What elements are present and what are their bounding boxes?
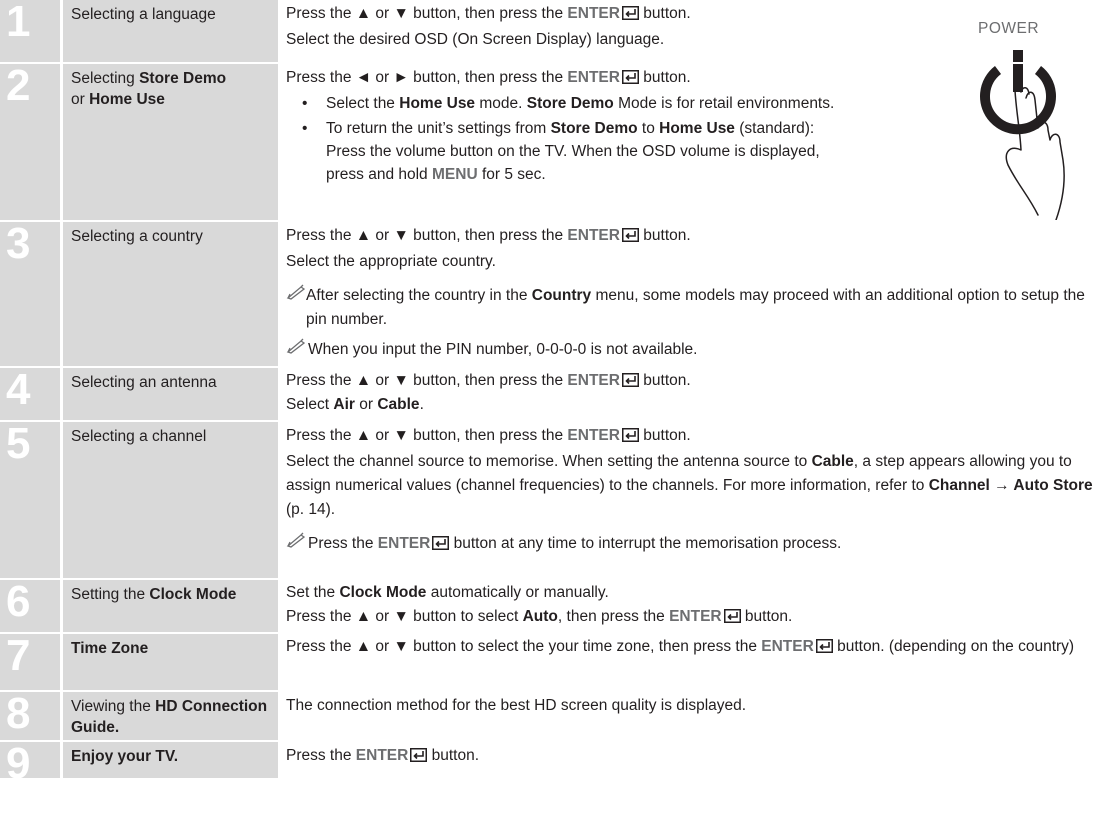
step-row-3: 3 Selecting a country Press the ▲ or ▼ b… [0, 222, 1097, 368]
step-description: Press the ▲ or ▼ button, then press the … [286, 5, 691, 48]
step-row-2: 2 Selecting Store Demo or Home Use Press… [0, 64, 1097, 222]
bullet-item: To return the unit’s settings from Store… [302, 117, 857, 186]
step-description: Press the ▲ or ▼ button, then press the … [286, 372, 691, 413]
step-label: Setting the Clock Mode [60, 580, 278, 632]
step-number: 8 [0, 692, 60, 740]
step-label: Viewing the HD Connection Guide. [60, 692, 278, 740]
step-number: 3 [0, 222, 60, 366]
enter-icon [621, 70, 639, 84]
step-label: Selecting a country [60, 222, 278, 366]
step-number: 5 [0, 422, 60, 578]
note: Press the ENTER button at any time to in… [286, 532, 1093, 556]
note: When you input the PIN number, 0-0-0-0 i… [286, 338, 1093, 362]
step-label: Selecting a channel [60, 422, 278, 578]
step-number: 2 [0, 64, 60, 220]
note-pencil-icon [286, 532, 308, 556]
step-description: Press the ENTER button. [286, 747, 480, 764]
step-row-6: 6 Setting the Clock Mode Set the Clock M… [0, 580, 1097, 634]
menu-key-label: MENU [432, 166, 478, 183]
enter-key-label: ENTER [761, 638, 814, 655]
step-number: 7 [0, 634, 60, 690]
enter-key-label: ENTER [377, 535, 431, 552]
step-row-5: 5 Selecting a channel Press the ▲ or ▼ b… [0, 422, 1097, 580]
enter-icon [432, 536, 450, 550]
step-description: Press the ▲ or ▼ button to select the yo… [286, 638, 1075, 655]
step-number: 4 [0, 368, 60, 420]
enter-key-label: ENTER [669, 608, 722, 625]
step-description: Set the Clock Mode automatically or manu… [286, 584, 793, 625]
enter-key-label: ENTER [567, 427, 620, 444]
enter-icon [410, 748, 428, 762]
enter-key-label: ENTER [567, 5, 620, 22]
step-number: 1 [0, 0, 60, 62]
bullet-list: Select the Home Use mode. Store Demo Mod… [286, 92, 857, 186]
step-label: Selecting Store Demo or Home Use [60, 64, 278, 220]
bullet-item: Select the Home Use mode. Store Demo Mod… [302, 92, 857, 115]
note-pencil-icon [286, 284, 306, 332]
step-label: Selecting a language [60, 0, 278, 62]
step-label: Selecting an antenna [60, 368, 278, 420]
step-description: Press the ◄ or ► button, then press the … [278, 64, 1097, 220]
setup-steps-table: 1 Selecting a language Press the ▲ or ▼ … [0, 0, 1097, 786]
enter-icon [621, 6, 639, 20]
step-row-8: 8 Viewing the HD Connection Guide. The c… [0, 692, 1097, 742]
step-row-7: 7 Time Zone Press the ▲ or ▼ button to s… [0, 634, 1097, 692]
enter-key-label: ENTER [355, 747, 409, 764]
enter-key-label: ENTER [567, 372, 620, 389]
note-pencil-icon [286, 338, 308, 362]
enter-icon [621, 228, 639, 242]
step-description: Press the ▲ or ▼ button, then press the … [278, 422, 1097, 578]
enter-icon [723, 609, 741, 623]
step-label: Time Zone [60, 634, 278, 690]
note: After selecting the country in the Count… [286, 284, 1093, 332]
enter-icon [621, 373, 639, 387]
step-row-9: 9 Enjoy your TV. Press the ENTER button. [0, 742, 1097, 786]
enter-key-label: ENTER [567, 69, 620, 86]
enter-icon [815, 639, 833, 653]
step-row-4: 4 Selecting an antenna Press the ▲ or ▼ … [0, 368, 1097, 422]
step-description: Press the ▲ or ▼ button, then press the … [278, 222, 1097, 366]
step-number: 6 [0, 580, 60, 632]
step-number: 9 [0, 742, 60, 786]
enter-icon [621, 428, 639, 442]
step-label: Enjoy your TV. [60, 742, 278, 778]
step-description: The connection method for the best HD sc… [286, 697, 747, 714]
step-row-1: 1 Selecting a language Press the ▲ or ▼ … [0, 0, 1097, 64]
enter-key-label: ENTER [567, 227, 620, 244]
